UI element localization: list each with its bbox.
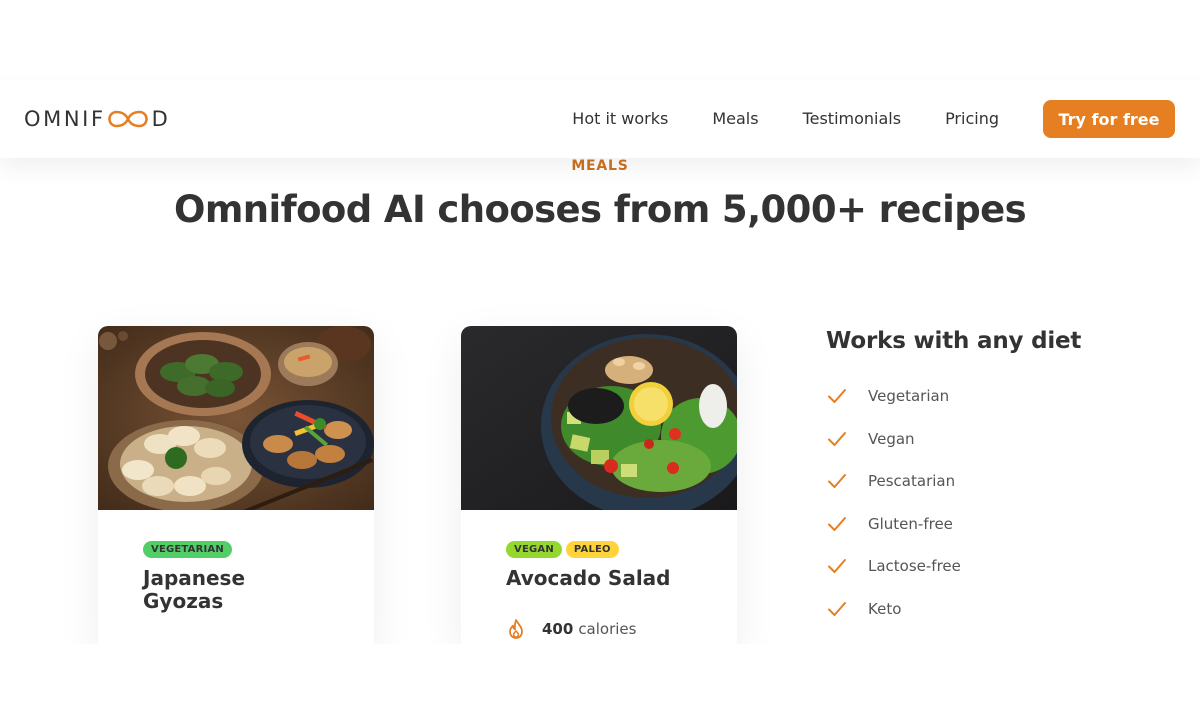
diets-panel: Works with any diet Vegetarian Vegan Pes… (826, 328, 1166, 630)
viewport-bottom-edge (0, 644, 1200, 727)
nav-link-meals[interactable]: Meals (712, 100, 758, 138)
check-icon (828, 389, 846, 404)
calories-unit: calories (578, 620, 637, 638)
avocado-salad-photo (461, 326, 737, 510)
tag-vegetarian: Vegetarian (143, 541, 232, 558)
meal-card-gyozas: Vegetarian Japanese Gyozas (98, 326, 374, 646)
main-nav: Hot it works Meals Testimonials Pricing … (572, 100, 1175, 138)
meal-card-avocado-salad: Vegan Paleo Avocado Salad 400 calories (461, 326, 737, 646)
diet-item-vegan: Vegan (826, 418, 1166, 461)
section-subheading: MEALS (571, 158, 629, 174)
meal-tags: Vegan Paleo (506, 541, 727, 558)
diet-item-vegetarian: Vegetarian (826, 375, 1166, 418)
check-icon (828, 474, 846, 489)
meal-card-body: Vegetarian Japanese Gyozas (143, 541, 364, 613)
check-icon (828, 516, 846, 531)
gyoza-photo (98, 326, 374, 510)
flame-icon (509, 619, 523, 639)
diet-item-gluten-free: Gluten-free (826, 503, 1166, 546)
tag-vegan: Vegan (506, 541, 562, 558)
diet-label: Gluten-free (868, 514, 953, 533)
nav-link-how-it-works[interactable]: Hot it works (572, 100, 668, 138)
nav-link-pricing[interactable]: Pricing (945, 100, 999, 138)
meal-tags: Vegetarian (143, 541, 364, 558)
diet-list: Vegetarian Vegan Pescatarian Gluten-free… (826, 375, 1166, 630)
diet-item-lactose-free: Lactose-free (826, 545, 1166, 588)
section-title: Omnifood AI chooses from 5,000+ recipes (173, 188, 1027, 231)
diet-label: Keto (868, 599, 902, 618)
diet-label: Pescatarian (868, 472, 956, 491)
check-icon (828, 601, 846, 616)
diet-item-pescatarian: Pescatarian (826, 460, 1166, 503)
meal-title: Japanese Gyozas (143, 566, 246, 613)
diet-label: Vegetarian (868, 387, 950, 406)
omnifood-logo[interactable]: OMNIF D (24, 108, 170, 130)
nav-link-testimonials[interactable]: Testimonials (803, 100, 902, 138)
meal-card-body: Vegan Paleo Avocado Salad 400 calories (506, 541, 727, 640)
check-icon (828, 559, 846, 574)
diets-title: Works with any diet (826, 328, 1082, 354)
diet-label: Lactose-free (868, 557, 961, 576)
site-header: OMNIF D Hot it works Meals Testimonials … (0, 80, 1200, 158)
check-icon (828, 431, 846, 446)
logo-text-left: OMNIF (24, 107, 106, 131)
meal-calories: 400 calories (506, 618, 727, 640)
try-for-free-button[interactable]: Try for free (1043, 100, 1175, 138)
tag-paleo: Paleo (565, 541, 619, 558)
meal-title: Avocado Salad (506, 566, 671, 590)
infinity-logo-icon (107, 110, 148, 128)
logo-text-right: D (151, 107, 171, 131)
diet-item-keto: Keto (826, 588, 1166, 631)
diet-label: Vegan (868, 429, 915, 448)
calories-value: 400 (542, 620, 574, 638)
